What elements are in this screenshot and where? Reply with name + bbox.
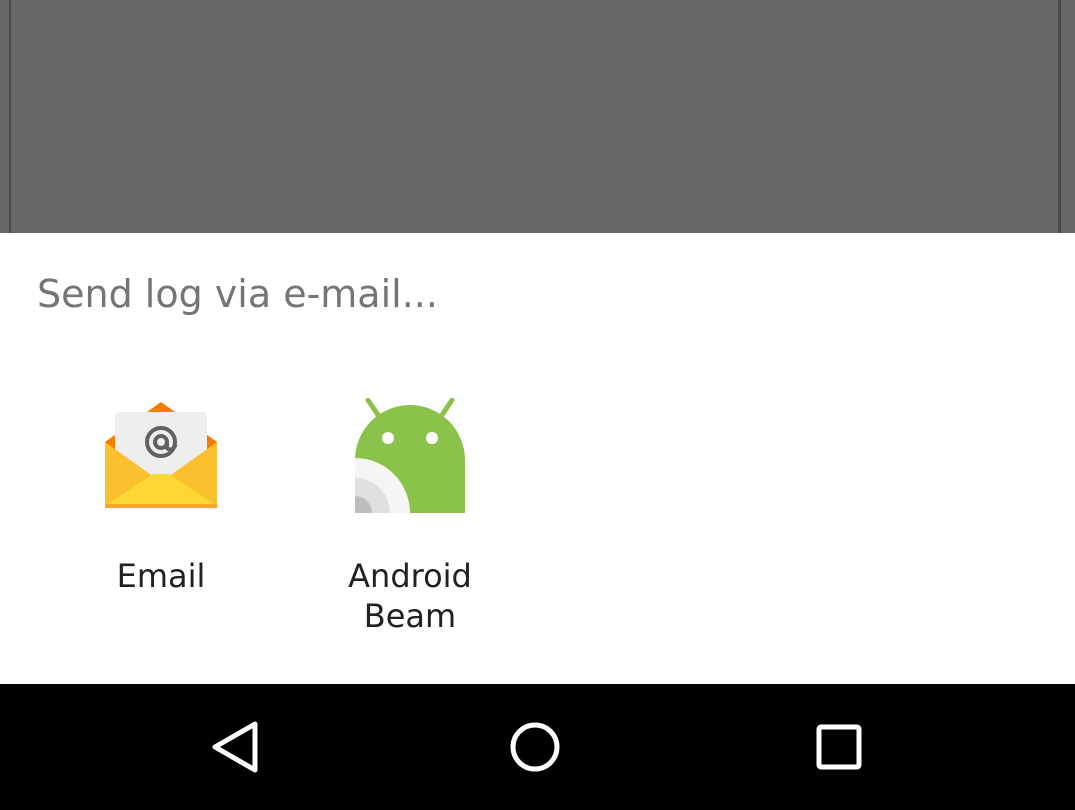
- recents-icon: [816, 724, 862, 770]
- dimmed-background[interactable]: [0, 0, 1075, 233]
- background-dialog-edge-right: [1058, 0, 1061, 233]
- share-target-label: Android Beam: [348, 557, 472, 635]
- share-target-email[interactable]: Email: [51, 380, 271, 620]
- share-target-label: Email: [116, 557, 206, 595]
- back-icon: [212, 721, 258, 773]
- recents-button[interactable]: [769, 684, 909, 810]
- email-app-icon: [105, 402, 217, 508]
- background-dialog-edge-left: [9, 0, 11, 233]
- navigation-bar: [0, 684, 1075, 810]
- screen: Send log via e-mail... Email Android Bea…: [0, 0, 1075, 810]
- home-icon: [510, 722, 560, 772]
- home-button[interactable]: [465, 684, 605, 810]
- share-target-android-beam[interactable]: Android Beam: [300, 380, 520, 635]
- android-beam-icon: [355, 398, 465, 513]
- share-sheet-title: Send log via e-mail...: [37, 272, 438, 316]
- back-button[interactable]: [164, 684, 304, 810]
